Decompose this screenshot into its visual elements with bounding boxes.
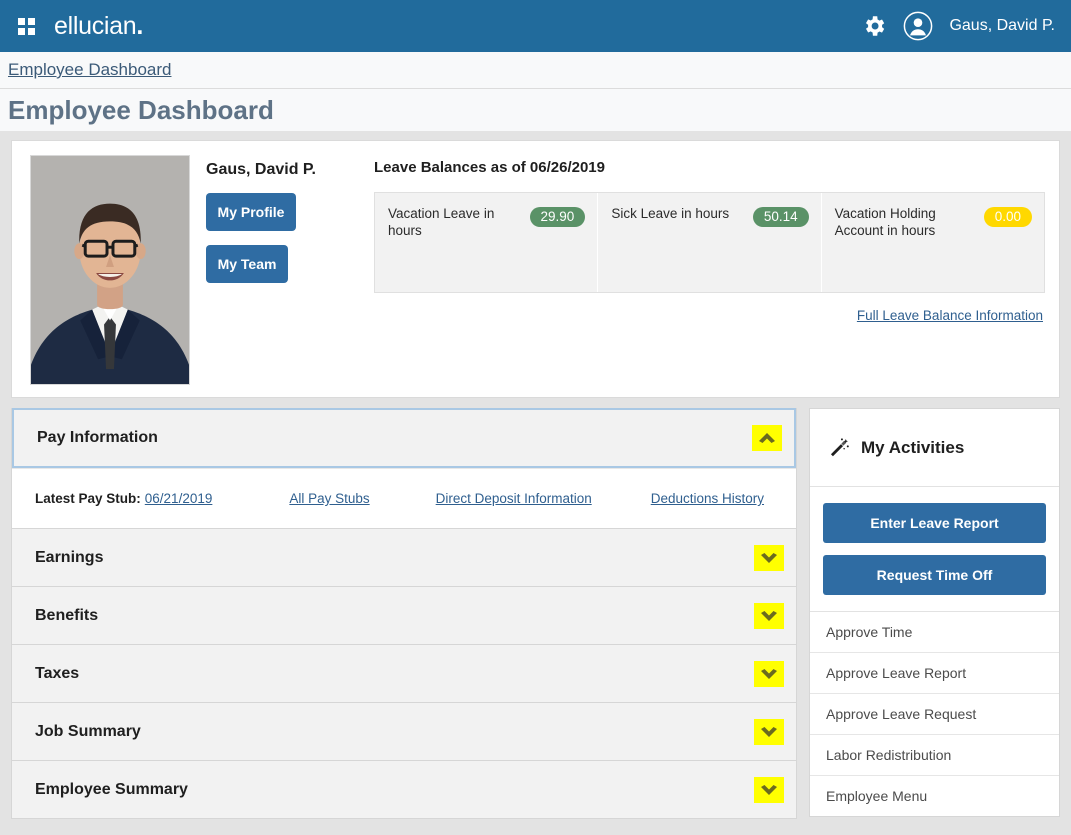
page-title-bar: Employee Dashboard (0, 89, 1071, 131)
chevron-down-icon[interactable] (754, 776, 784, 803)
brand-logo: ellucian. (54, 12, 143, 41)
leave-balance-badge: 0.00 (983, 207, 1032, 227)
brand-name: ellucian (54, 11, 137, 40)
my-team-button[interactable]: My Team (206, 245, 288, 283)
accordion-header-taxes[interactable]: Taxes (12, 644, 796, 702)
enter-leave-report-button[interactable]: Enter Leave Report (823, 503, 1046, 543)
direct-deposit-information-link[interactable]: Direct Deposit Information (436, 491, 592, 506)
activity-link-approve-leave-report[interactable]: Approve Leave Report (810, 653, 1059, 694)
accordion-header-earnings[interactable]: Earnings (12, 528, 796, 586)
my-activities-panel: My Activities Enter Leave Report Request… (809, 408, 1060, 817)
chevron-up-icon[interactable] (752, 425, 782, 451)
accordion-header-employee-summary[interactable]: Employee Summary (12, 760, 796, 818)
profile-meta: Gaus, David P. My Profile My Team (190, 155, 366, 385)
chevron-down-icon[interactable] (754, 718, 784, 745)
latest-pay-stub-date-link[interactable]: 06/21/2019 (145, 491, 213, 506)
employee-portrait-image (31, 156, 189, 384)
grid-menu-icon (17, 17, 35, 35)
activity-link-labor-redistribution[interactable]: Labor Redistribution (810, 735, 1059, 776)
activity-link-approve-leave-request[interactable]: Approve Leave Request (810, 694, 1059, 735)
activity-link-approve-time[interactable]: Approve Time (810, 612, 1059, 653)
magic-wand-icon (830, 438, 849, 457)
user-avatar-icon[interactable] (903, 11, 933, 41)
app-header: ellucian. Gaus, David P. (0, 0, 1071, 52)
my-activities-buttons: Enter Leave Report Request Time Off (810, 487, 1059, 612)
leave-balance-card[interactable]: Vacation Holding Account in hours 0.00 (821, 193, 1044, 292)
dashboard-columns: Pay Information Latest Pay Stub: 06/21/2… (11, 408, 1060, 819)
employee-name: Gaus, David P. (206, 161, 316, 178)
pay-information-body: Latest Pay Stub: 06/21/2019 All Pay Stub… (12, 468, 796, 528)
chevron-down-icon[interactable] (754, 544, 784, 571)
activity-link-employee-menu[interactable]: Employee Menu (810, 776, 1059, 816)
pay-accordion: Pay Information Latest Pay Stub: 06/21/2… (11, 408, 797, 819)
accordion-header-pay-information[interactable]: Pay Information (12, 408, 796, 468)
grid-menu-button[interactable] (0, 0, 52, 52)
my-activities-header: My Activities (810, 409, 1059, 487)
employee-photo (30, 155, 190, 385)
leave-balance-row: Vacation Leave in hours 29.90 Sick Leave… (374, 192, 1045, 293)
my-activities-title: My Activities (861, 438, 965, 457)
leave-balances-section: Leave Balances as of 06/26/2019 Vacation… (366, 155, 1045, 385)
leave-balance-label: Sick Leave in hours (611, 206, 730, 221)
breadcrumb-item-employee-dashboard[interactable]: Employee Dashboard (8, 60, 171, 80)
page-body: Gaus, David P. My Profile My Team Leave … (0, 131, 1071, 819)
accordion-header-benefits[interactable]: Benefits (12, 586, 796, 644)
profile-card: Gaus, David P. My Profile My Team Leave … (11, 140, 1060, 398)
all-pay-stubs-link[interactable]: All Pay Stubs (289, 491, 369, 506)
my-profile-button[interactable]: My Profile (206, 193, 296, 231)
accordion-column: Pay Information Latest Pay Stub: 06/21/2… (11, 408, 797, 819)
deductions-history-link[interactable]: Deductions History (651, 491, 764, 506)
leave-balance-card[interactable]: Vacation Leave in hours 29.90 (375, 193, 599, 292)
request-time-off-button[interactable]: Request Time Off (823, 555, 1046, 595)
gear-icon[interactable] (861, 13, 887, 39)
accordion-title: Pay Information (37, 429, 158, 446)
accordion-title: Taxes (35, 664, 80, 682)
leave-balance-card[interactable]: Sick Leave in hours 50.14 (598, 193, 822, 292)
my-activities-links: Approve Time Approve Leave Report Approv… (810, 612, 1059, 816)
accordion-header-job-summary[interactable]: Job Summary (12, 702, 796, 760)
leave-link-row: Full Leave Balance Information (374, 293, 1045, 323)
header-right-controls: Gaus, David P. (861, 11, 1055, 41)
accordion-title: Earnings (35, 548, 104, 566)
accordion-title: Job Summary (35, 722, 141, 740)
leave-balance-label: Vacation Holding Account in hours (834, 206, 936, 238)
accordion-title: Benefits (35, 606, 99, 624)
header-user-name: Gaus, David P. (949, 17, 1055, 34)
leave-balance-badge: 29.90 (529, 207, 586, 227)
full-leave-balance-link[interactable]: Full Leave Balance Information (857, 308, 1043, 323)
leave-balance-badge: 50.14 (752, 207, 809, 227)
latest-pay-stub-label: Latest Pay Stub: (35, 491, 141, 506)
leave-balance-label: Vacation Leave in hours (388, 206, 495, 238)
activities-column: My Activities Enter Leave Report Request… (809, 408, 1060, 817)
chevron-down-icon[interactable] (754, 602, 784, 629)
accordion-title: Employee Summary (35, 780, 188, 798)
brand-dot: . (136, 11, 144, 40)
page-title: Employee Dashboard (8, 94, 274, 125)
breadcrumb: Employee Dashboard (0, 52, 1071, 89)
leave-balances-title: Leave Balances as of 06/26/2019 (374, 159, 605, 176)
chevron-down-icon[interactable] (754, 660, 784, 687)
